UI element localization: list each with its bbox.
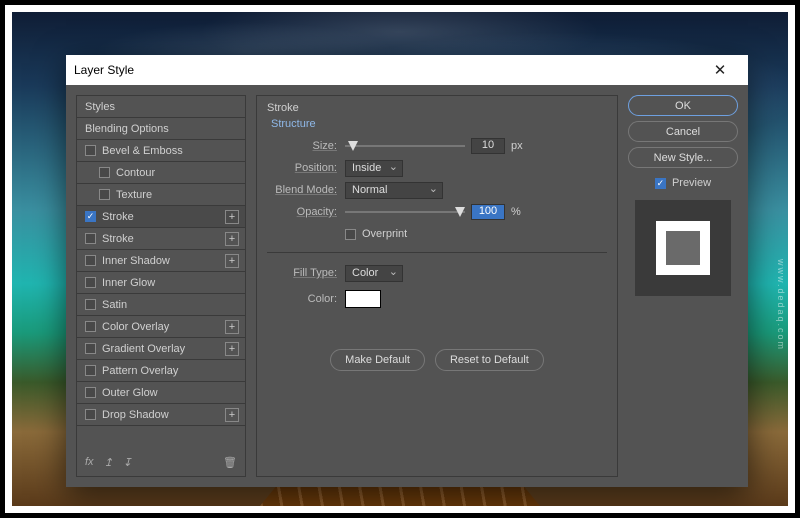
size-label: Size: — [267, 140, 345, 152]
style-label: Inner Glow — [102, 277, 155, 289]
checkbox-icon[interactable] — [85, 387, 96, 398]
checkbox-icon[interactable] — [85, 277, 96, 288]
style-inner-shadow[interactable]: Inner Shadow + — [77, 250, 245, 272]
overprint-checkbox[interactable] — [345, 229, 356, 240]
checkbox-icon[interactable] — [85, 299, 96, 310]
titlebar[interactable]: Layer Style ✕ — [66, 55, 748, 85]
position-label: Position: — [267, 162, 345, 174]
styles-header-label: Styles — [85, 101, 115, 113]
fill-type-label: Fill Type: — [267, 267, 345, 279]
style-drop-shadow[interactable]: Drop Shadow + — [77, 404, 245, 426]
stroke-settings-panel: Stroke Structure Size: 10 px Position: I… — [256, 95, 618, 477]
preview-label: Preview — [672, 177, 711, 189]
style-pattern-overlay[interactable]: Pattern Overlay — [77, 360, 245, 382]
style-label: Drop Shadow — [102, 409, 169, 421]
fx-menu-icon[interactable]: fx — [85, 456, 94, 468]
add-effect-icon[interactable]: + — [225, 320, 239, 334]
styles-header[interactable]: Styles — [77, 96, 245, 118]
style-label: Contour — [116, 167, 155, 179]
style-stroke[interactable]: ✓ Stroke + — [77, 206, 245, 228]
add-effect-icon[interactable]: + — [225, 408, 239, 422]
style-label: Outer Glow — [102, 387, 158, 399]
opacity-unit: % — [511, 206, 521, 218]
style-label: Satin — [102, 299, 127, 311]
style-inner-glow[interactable]: Inner Glow — [77, 272, 245, 294]
style-label: Inner Shadow — [102, 255, 170, 267]
style-label: Gradient Overlay — [102, 343, 185, 355]
opacity-input[interactable]: 100 — [471, 204, 505, 220]
style-color-overlay[interactable]: Color Overlay + — [77, 316, 245, 338]
cancel-button[interactable]: Cancel — [628, 121, 738, 142]
close-icon[interactable]: ✕ — [700, 61, 740, 79]
size-input[interactable]: 10 — [471, 138, 505, 154]
style-contour[interactable]: Contour — [77, 162, 245, 184]
checkbox-icon[interactable] — [99, 189, 110, 200]
add-effect-icon[interactable]: + — [225, 342, 239, 356]
overprint-label: Overprint — [362, 228, 407, 240]
panel-title: Stroke — [267, 102, 607, 114]
blend-mode-select[interactable]: Normal — [345, 182, 443, 199]
trash-icon[interactable]: 🗑 — [223, 456, 237, 469]
color-label: Color: — [267, 293, 345, 305]
watermark: www.dedaq.com — [776, 259, 786, 351]
checkbox-icon[interactable] — [85, 409, 96, 420]
styles-footer: fx ↥ ↧ 🗑 — [77, 448, 245, 476]
checkbox-icon[interactable] — [85, 321, 96, 332]
opacity-label: Opacity: — [267, 206, 345, 218]
style-label: Stroke — [102, 211, 134, 223]
fill-type-select[interactable]: Color — [345, 265, 403, 282]
styles-list: Styles Blending Options Bevel & Emboss C… — [76, 95, 246, 477]
checkbox-icon[interactable] — [85, 365, 96, 376]
background-image: www.dedaq.com Layer Style ✕ Styles Blend… — [12, 12, 788, 506]
opacity-slider[interactable] — [345, 205, 465, 219]
color-swatch[interactable] — [345, 290, 381, 308]
checkbox-icon[interactable]: ✓ — [85, 211, 96, 222]
style-label: Texture — [116, 189, 152, 201]
size-slider[interactable] — [345, 139, 465, 153]
style-label: Stroke — [102, 233, 134, 245]
new-style-button[interactable]: New Style... — [628, 147, 738, 168]
style-bevel-emboss[interactable]: Bevel & Emboss — [77, 140, 245, 162]
checkbox-icon[interactable] — [85, 255, 96, 266]
style-texture[interactable]: Texture — [77, 184, 245, 206]
style-outer-glow[interactable]: Outer Glow — [77, 382, 245, 404]
style-gradient-overlay[interactable]: Gradient Overlay + — [77, 338, 245, 360]
blending-options[interactable]: Blending Options — [77, 118, 245, 140]
preview-checkbox[interactable]: ✓ — [655, 178, 666, 189]
arrow-down-icon[interactable]: ↧ — [123, 456, 132, 469]
blending-options-label: Blending Options — [85, 123, 169, 135]
ok-button[interactable]: OK — [628, 95, 738, 116]
arrow-up-icon[interactable]: ↥ — [104, 456, 113, 469]
spacer — [77, 426, 245, 448]
position-select[interactable]: Inside — [345, 160, 403, 177]
dialog-actions: OK Cancel New Style... ✓ Preview — [628, 95, 738, 477]
add-effect-icon[interactable]: + — [225, 232, 239, 246]
style-label: Bevel & Emboss — [102, 145, 183, 157]
preview-stroke-square — [656, 221, 710, 275]
make-default-button[interactable]: Make Default — [330, 349, 425, 371]
checkbox-icon[interactable] — [99, 167, 110, 178]
blend-mode-label: Blend Mode: — [267, 184, 345, 196]
add-effect-icon[interactable]: + — [225, 254, 239, 268]
add-effect-icon[interactable]: + — [225, 210, 239, 224]
window-title: Layer Style — [74, 63, 700, 77]
checkbox-icon[interactable] — [85, 343, 96, 354]
preview-thumbnail — [635, 200, 731, 296]
checkbox-icon[interactable] — [85, 145, 96, 156]
style-stroke-2[interactable]: Stroke + — [77, 228, 245, 250]
style-label: Color Overlay — [102, 321, 169, 333]
layer-style-dialog: Layer Style ✕ Styles Blending Options Be… — [66, 55, 748, 487]
style-label: Pattern Overlay — [102, 365, 178, 377]
reset-to-default-button[interactable]: Reset to Default — [435, 349, 544, 371]
style-satin[interactable]: Satin — [77, 294, 245, 316]
structure-label: Structure — [271, 118, 607, 130]
checkbox-icon[interactable] — [85, 233, 96, 244]
size-unit: px — [511, 140, 523, 152]
